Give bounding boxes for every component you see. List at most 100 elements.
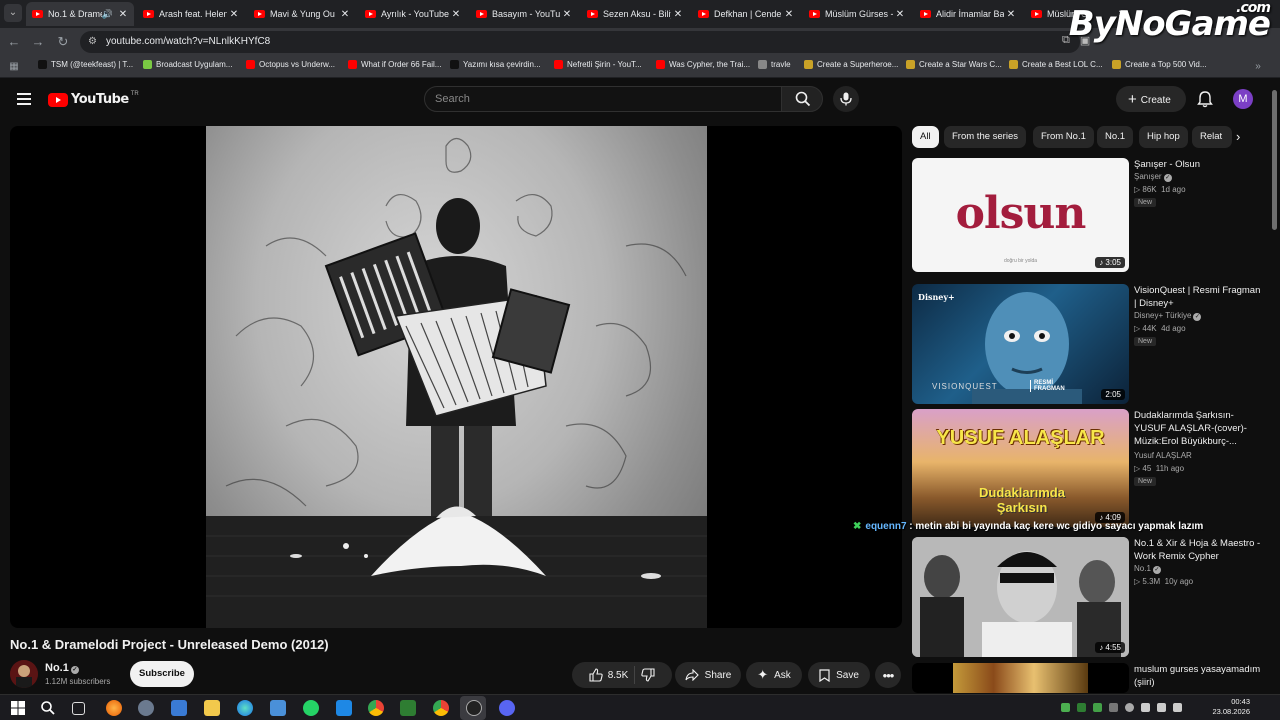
tray-app-icon[interactable] <box>1093 703 1102 712</box>
tab-audio-icon[interactable]: 🔊 <box>102 9 113 20</box>
battery-icon[interactable] <box>1173 703 1182 712</box>
bookmark-item[interactable]: Was Cypher, the Trai... <box>656 60 750 69</box>
chrome-icon[interactable] <box>368 700 384 716</box>
chevron-right-icon[interactable]: › <box>1236 126 1252 148</box>
back-icon[interactable]: ← <box>6 34 22 50</box>
page-scrollbar[interactable] <box>1272 90 1277 230</box>
thumbs-down-icon[interactable] <box>641 668 655 682</box>
tray-app-icon[interactable] <box>1109 703 1118 712</box>
tab-close-icon[interactable]: ✕ <box>116 9 130 20</box>
filter-chip[interactable]: From the series <box>944 126 1026 148</box>
recommendation-title[interactable]: No.1 & Xir & Hoja & Maestro - Work Remix… <box>1134 537 1262 563</box>
taskbar-clock[interactable]: 00:43 23.08.2026 <box>1196 697 1250 717</box>
bookmark-item[interactable]: Yazımı kısa çevirdin... <box>450 60 541 69</box>
tab-close-icon[interactable]: ✕ <box>560 9 574 20</box>
recommendation-channel[interactable]: Disney+ Türkiye ✓ <box>1134 311 1202 321</box>
bookmark-item[interactable]: Create a Top 500 Vid... <box>1112 60 1207 69</box>
tray-app-icon[interactable] <box>1125 703 1134 712</box>
recommendation-item[interactable]: ♪ 4:55 No.1 & Xir & Hoja & Maestro - Wor… <box>912 537 1262 657</box>
recommendation-title[interactable]: Şanışer - Olsun <box>1134 158 1262 171</box>
recommendation-title[interactable]: VisionQuest | Resmi Fragman | Disney+ <box>1134 284 1262 310</box>
tab-close-icon[interactable]: ✕ <box>1004 9 1018 20</box>
video-thumbnail[interactable]: ♪ 4:55 <box>912 537 1129 657</box>
site-info-icon[interactable]: ⚙ <box>88 31 97 53</box>
bookmark-item[interactable]: Octopus vs Underw... <box>246 60 335 69</box>
subscribe-button[interactable]: Subscribe <box>130 661 194 687</box>
recommendation-item[interactable]: olsun doğru bir yolda ♪ 3:05 Şanışer - O… <box>912 158 1262 274</box>
create-button[interactable]: + Create <box>1116 86 1186 112</box>
bookmark-item[interactable]: TSM (@teekfeast) | T... <box>38 60 133 69</box>
filter-chip[interactable]: All <box>912 126 939 148</box>
chrome-icon[interactable] <box>433 700 449 716</box>
bookmark-item[interactable]: Create a Star Wars C... <box>906 60 1002 69</box>
tab-close-icon[interactable]: ✕ <box>449 9 463 20</box>
channel-avatar[interactable] <box>10 660 38 688</box>
browser-tab[interactable]: Basayım - YouTube✕ <box>470 2 578 26</box>
forward-icon[interactable]: → <box>30 34 46 50</box>
save-button[interactable]: Save <box>808 662 870 688</box>
apps-grid-icon[interactable]: ▦ <box>6 59 22 75</box>
bookmark-item[interactable]: What if Order 66 Fail... <box>348 60 441 69</box>
browser-tab[interactable]: Mavi & Yung Ou ✕ <box>248 2 356 26</box>
filter-chip[interactable]: No.1 <box>1097 126 1134 148</box>
video-thumbnail[interactable] <box>912 663 1129 693</box>
recommendation-channel[interactable]: Şanışer ✓ <box>1134 172 1172 182</box>
tab-search-button[interactable]: ⌄ <box>4 4 22 22</box>
ask-button[interactable]: ✦ Ask <box>746 662 802 688</box>
video-thumbnail[interactable]: YUSUF ALAŞLAR Dudaklarımda Şarkısın ♪ 4:… <box>912 409 1129 527</box>
tab-close-icon[interactable]: ✕ <box>893 9 907 20</box>
firefox-icon[interactable] <box>106 700 122 716</box>
share-button[interactable]: Share <box>675 662 741 688</box>
obs-icon[interactable] <box>466 700 482 716</box>
volume-icon[interactable] <box>1157 703 1166 712</box>
voice-search-button[interactable] <box>833 86 859 112</box>
app-icon[interactable] <box>138 700 154 716</box>
browser-tab[interactable]: Defkhan | Cender ✕ <box>692 2 800 26</box>
browser-tab[interactable]: Sezen Aksu - Biliy ✕ <box>581 2 689 26</box>
discord-icon[interactable] <box>499 700 515 716</box>
reload-icon[interactable]: ↻ <box>55 34 71 50</box>
recommendation-title[interactable]: muslum gurses yasayamadım (şiiri) <box>1134 663 1262 689</box>
whatsapp-icon[interactable] <box>303 700 319 716</box>
recommendation-item[interactable]: muslum gurses yasayamadım (şiiri) <box>912 663 1262 693</box>
browser-tab[interactable]: Arash feat. Helena ✕ <box>137 2 245 26</box>
youtube-logo[interactable]: YouTube TR <box>48 91 139 107</box>
browser-tab[interactable]: Ayrılık - YouTube ✕ <box>359 2 467 26</box>
tab-close-icon[interactable]: ✕ <box>338 9 352 20</box>
bookmark-item[interactable]: Create a Best LOL C... <box>1009 60 1103 69</box>
more-bookmarks-icon[interactable]: » <box>1250 59 1266 75</box>
bookmark-item[interactable]: Create a Superheroe... <box>804 60 898 69</box>
tray-play-icon[interactable] <box>1061 703 1070 712</box>
file-explorer-icon[interactable] <box>204 700 220 716</box>
bookmark-item[interactable]: Nefretli Şirin - YouT... <box>554 60 642 69</box>
tab-close-icon[interactable]: ✕ <box>671 9 685 20</box>
media-player-icon[interactable] <box>400 700 416 716</box>
tray-app-icon[interactable] <box>1077 703 1086 712</box>
bookmark-item[interactable]: Broadcast Uygulam... <box>143 60 232 69</box>
channel-name[interactable]: No.1 ✓ <box>45 662 79 674</box>
video-thumbnail[interactable]: Disney+ VISIONQUEST RESMİ FRAGMAN 2:05 <box>912 284 1129 404</box>
browser-tab[interactable]: Müslüm Gürses - ✕ <box>803 2 911 26</box>
network-icon[interactable] <box>1141 703 1150 712</box>
browser-tab[interactable]: Alidir İmamlar Ba ✕ <box>914 2 1022 26</box>
more-actions-button[interactable]: ••• <box>875 662 901 688</box>
video-thumbnail[interactable]: olsun doğru bir yolda ♪ 3:05 <box>912 158 1129 272</box>
task-view-icon[interactable] <box>72 702 85 715</box>
search-input[interactable]: Search <box>424 86 782 112</box>
taskbar-search-icon[interactable] <box>40 700 56 716</box>
edge-icon[interactable] <box>237 700 253 716</box>
filter-chip[interactable]: From No.1 <box>1033 126 1094 148</box>
recommendation-title[interactable]: Dudaklarımda Şarkısın-YUSUF ALAŞLAR-(cov… <box>1134 409 1262 448</box>
filter-chip[interactable]: Relat <box>1192 126 1232 148</box>
account-avatar[interactable]: M <box>1233 89 1253 109</box>
video-player[interactable] <box>10 126 902 628</box>
app-window-icon[interactable] <box>336 700 352 716</box>
notifications-bell-icon[interactable] <box>1196 90 1214 108</box>
tab-close-icon[interactable]: ✕ <box>782 9 796 20</box>
recommendation-item[interactable]: Disney+ VISIONQUEST RESMİ FRAGMAN 2:05 V… <box>912 284 1262 404</box>
like-button[interactable]: 8.5K <box>589 668 628 682</box>
search-button[interactable] <box>781 86 823 112</box>
tab-close-icon[interactable]: ✕ <box>227 9 241 20</box>
menu-icon[interactable] <box>17 93 31 108</box>
windows-start-icon[interactable] <box>10 700 26 716</box>
